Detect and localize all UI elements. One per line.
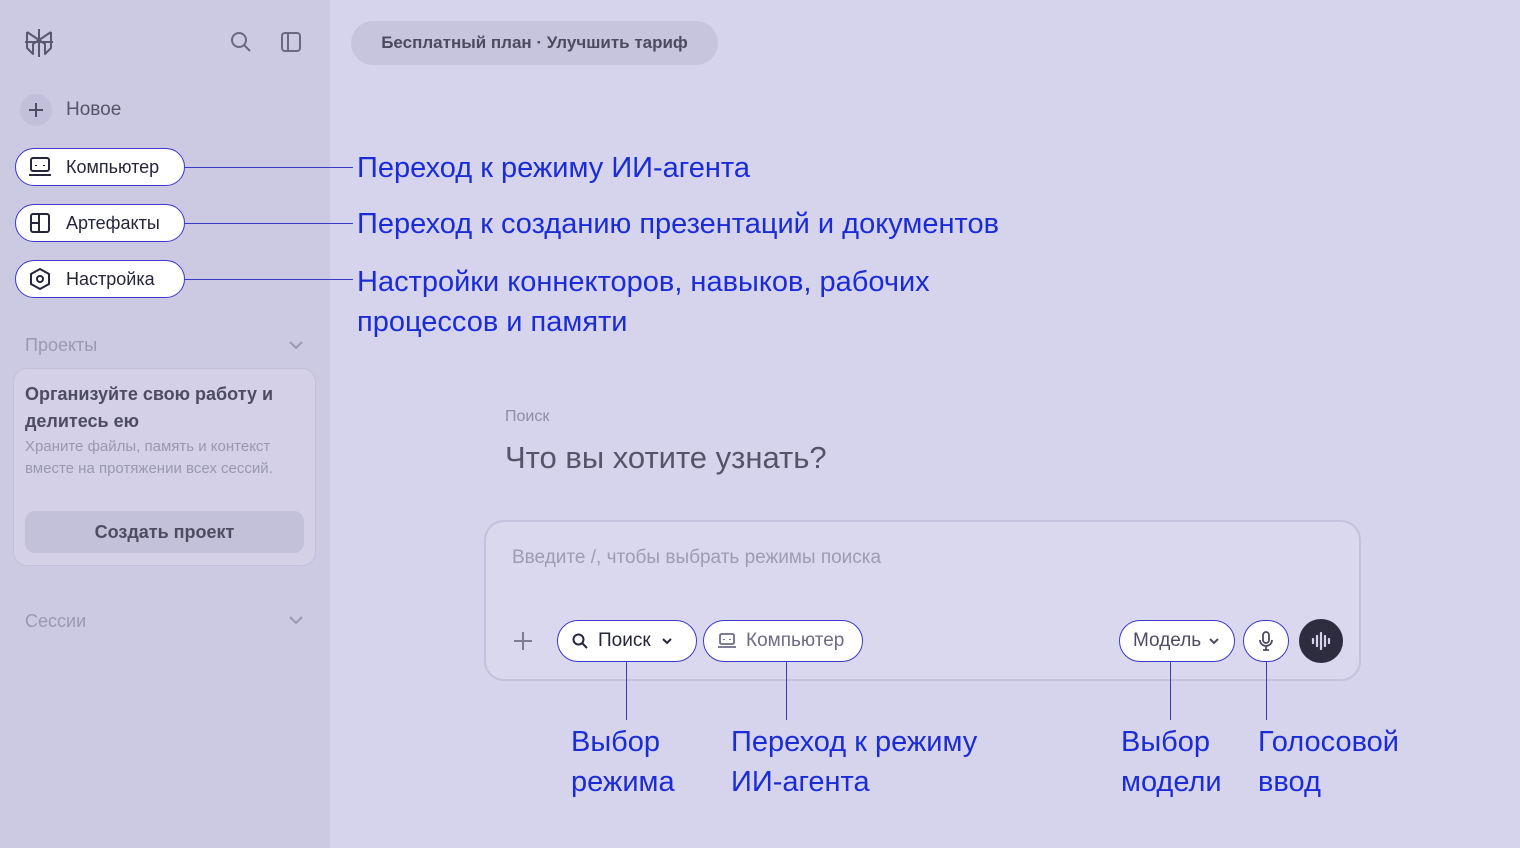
create-project-button[interactable]: Создать проект: [25, 511, 304, 553]
project-card: Организуйте свою работу и делитесь ею Хр…: [13, 368, 316, 566]
mode-label: Поиск: [505, 408, 550, 425]
annotation-computer: Переход к режиму ИИ-агента: [357, 152, 750, 184]
annotation-agent-line1: Переход к режиму: [731, 726, 978, 758]
microphone-icon: [1259, 631, 1273, 651]
voice-input-button[interactable]: [1243, 620, 1289, 662]
computer-mode-label: Компьютер: [746, 630, 845, 651]
new-button[interactable]: Новое: [20, 92, 121, 128]
chevron-down-icon[interactable]: [286, 335, 306, 355]
annotation-line: [185, 223, 353, 224]
annotation-settings-line2: процессов и памяти: [357, 306, 628, 338]
annotation-line: [185, 279, 353, 280]
annotation-line: [786, 662, 787, 720]
annotation-agent-line2: ИИ-агента: [731, 766, 870, 798]
voice-mode-button[interactable]: [1299, 619, 1343, 663]
settings-icon: [30, 267, 50, 291]
annotation-model-line1: Выбор: [1121, 726, 1211, 758]
artifacts-icon: [30, 213, 50, 233]
logo-icon[interactable]: [22, 26, 56, 60]
annotation-voice-line1: Голосовой: [1258, 726, 1399, 758]
computer-icon: [29, 157, 51, 176]
sidebar-item-artifacts[interactable]: Артефакты: [15, 204, 185, 242]
computer-mode-button[interactable]: Компьютер: [703, 620, 863, 662]
plus-icon: [20, 94, 52, 126]
annotation-artifacts: Переход к созданию презентаций и докумен…: [357, 208, 999, 240]
page-title: Что вы хотите узнать?: [505, 440, 827, 475]
mode-select-label: Поиск: [598, 630, 651, 651]
sessions-title: Сессии: [25, 611, 87, 631]
annotation-model-line2: модели: [1121, 766, 1222, 798]
annotation-settings-line1: Настройки коннекторов, навыков, рабочих: [357, 266, 930, 298]
sidebar-toggle-icon[interactable]: [277, 28, 305, 56]
project-card-description: Храните файлы, память и контекст вместе …: [25, 438, 273, 477]
new-label: Новое: [66, 99, 122, 120]
annotation-line: [626, 662, 627, 720]
computer-icon: [718, 633, 736, 648]
chevron-down-icon: [661, 638, 672, 645]
plan-upgrade-button[interactable]: Бесплатный план · Улучшить тариф: [351, 21, 718, 65]
annotation-line: [1266, 662, 1267, 720]
sidebar-item-label: Настройка: [66, 268, 155, 289]
annotation-mode-line1: Выбор: [571, 726, 661, 758]
search-icon[interactable]: [227, 28, 255, 56]
chevron-down-icon: [1209, 638, 1219, 645]
project-card-title: Организуйте свою работу и делитесь ею: [25, 384, 274, 431]
query-input-placeholder[interactable]: Введите /, чтобы выбрать режимы поиска: [512, 547, 881, 569]
annotation-line: [1170, 662, 1171, 720]
sidebar: Новое Компьютер Артефакты Настройка Прое…: [0, 0, 330, 848]
model-select[interactable]: Модель: [1119, 620, 1235, 662]
projects-title: Проекты: [25, 335, 98, 355]
chevron-down-icon[interactable]: [286, 610, 306, 630]
sidebar-item-settings[interactable]: Настройка: [15, 260, 185, 298]
annotation-line: [185, 167, 353, 168]
sidebar-item-label: Артефакты: [66, 212, 160, 233]
sidebar-item-computer[interactable]: Компьютер: [15, 148, 185, 186]
mode-select[interactable]: Поиск: [557, 620, 697, 662]
sound-wave-icon: [1311, 631, 1331, 651]
sidebar-item-label: Компьютер: [66, 156, 160, 177]
attach-plus-icon[interactable]: [511, 629, 535, 653]
annotation-mode-line2: режима: [571, 766, 675, 798]
model-select-label: Модель: [1133, 630, 1202, 651]
annotation-voice-line2: ввод: [1258, 766, 1321, 798]
search-icon: [572, 633, 588, 649]
